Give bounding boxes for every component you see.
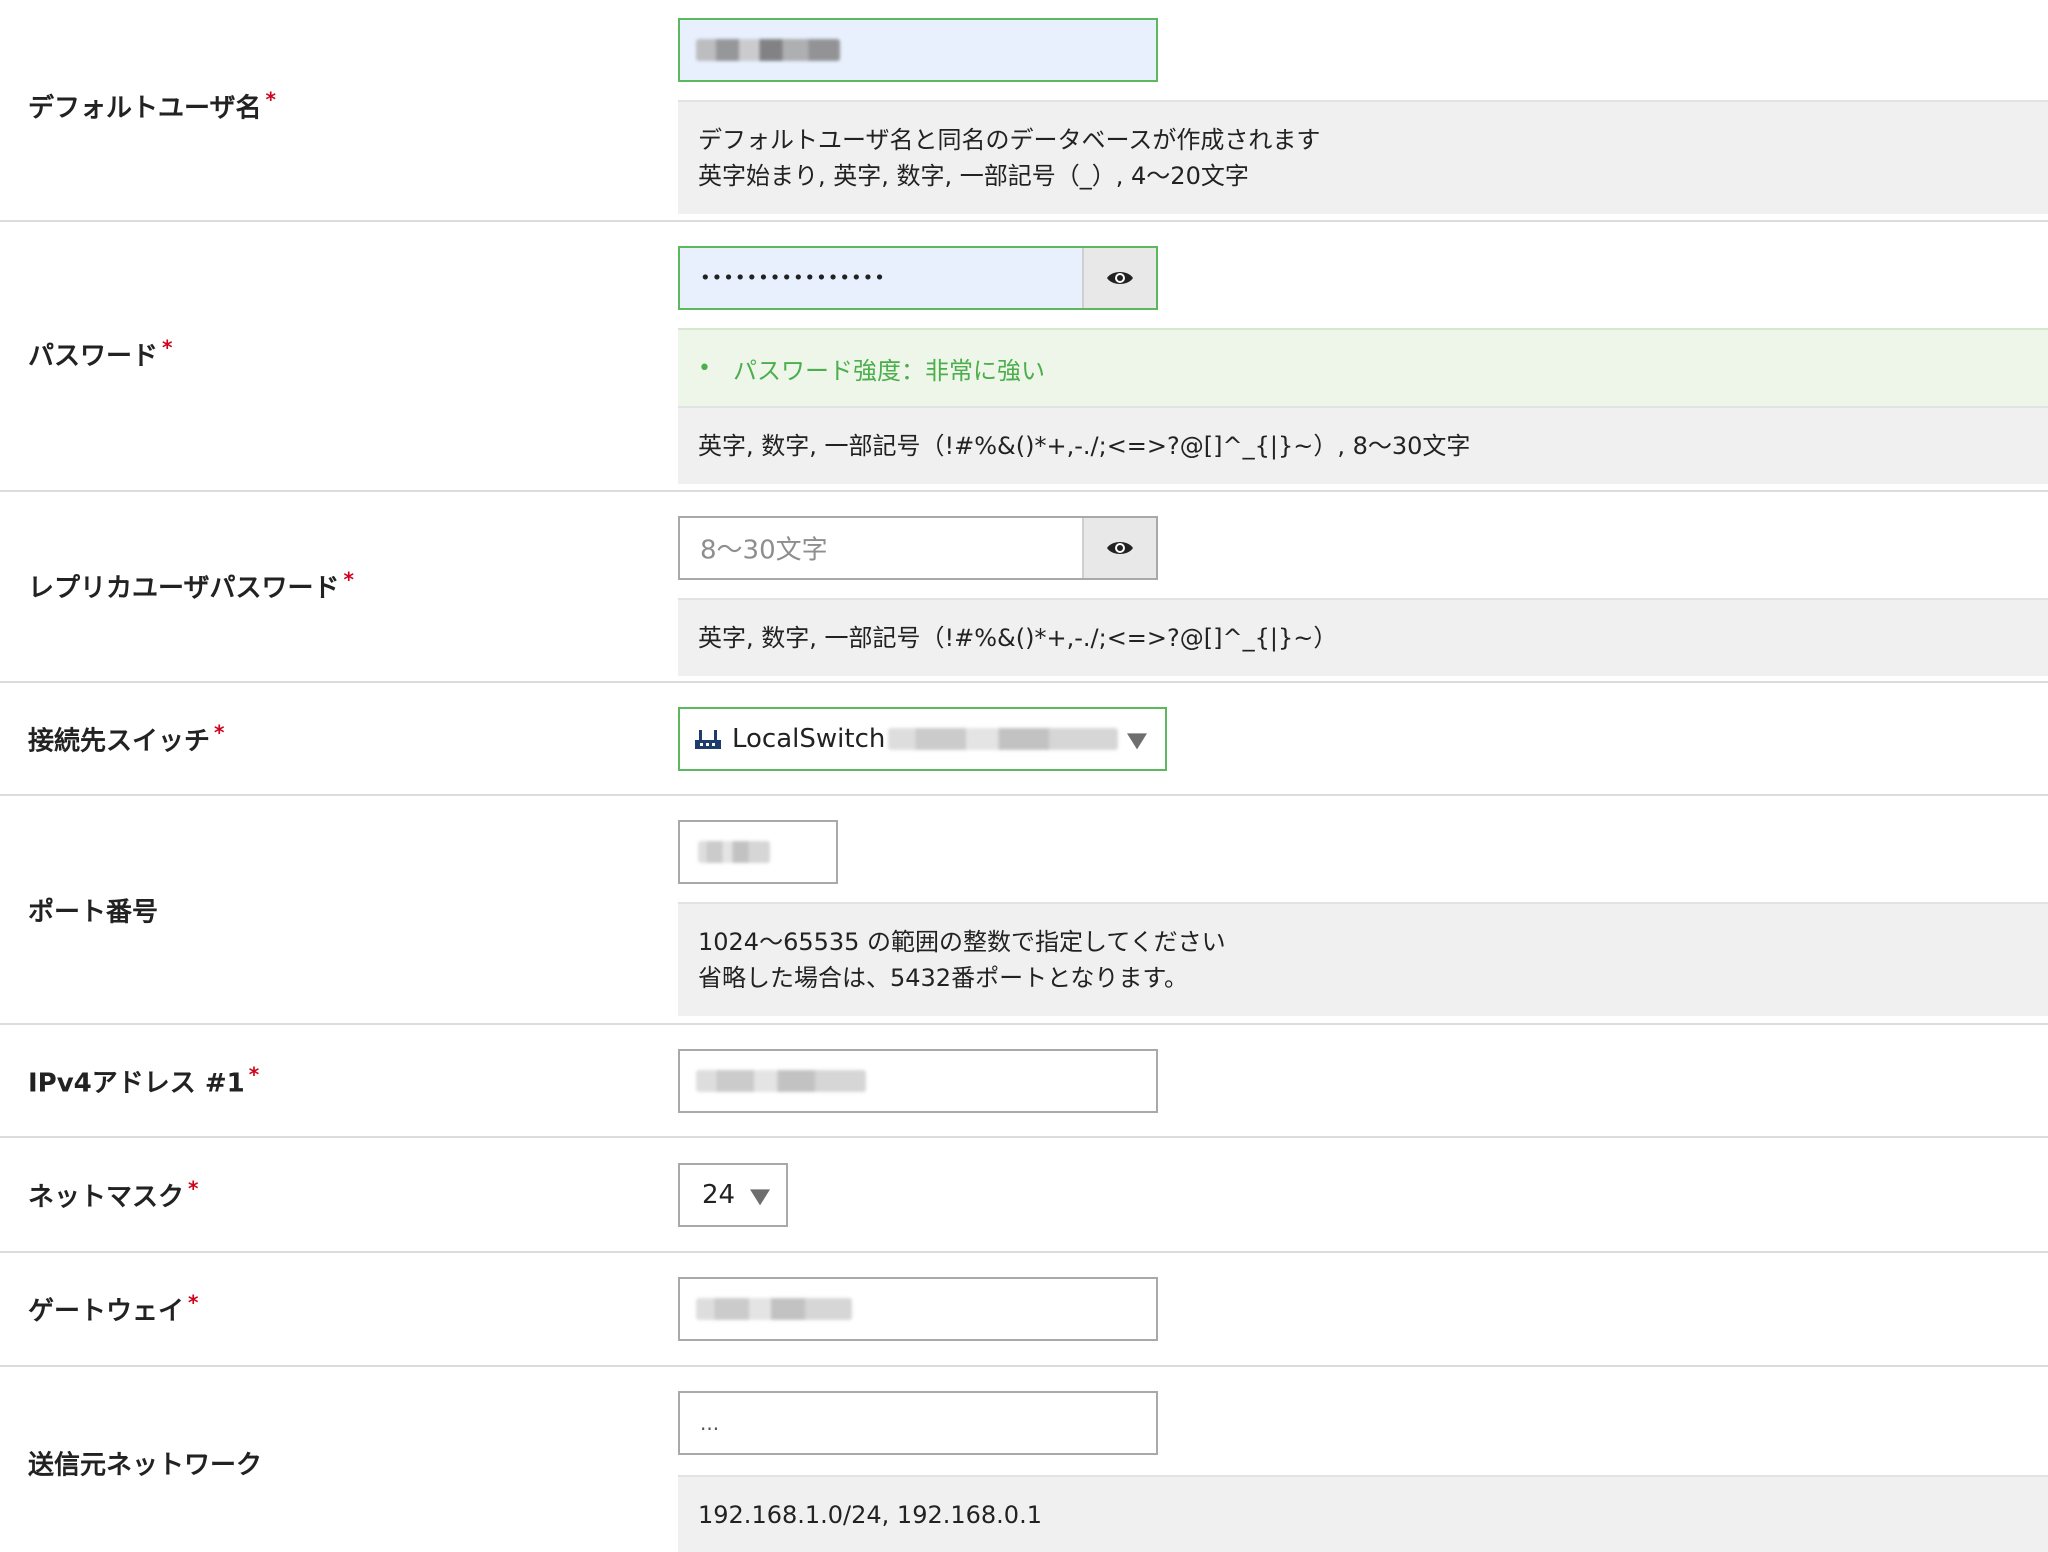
- redacted-value: [698, 841, 770, 863]
- switch-icon: [695, 730, 721, 749]
- replica-password-placeholder: 8〜30文字: [700, 535, 828, 566]
- default-user-help: デフォルトユーザ名と同名のデータベースが作成されます 英字始まり, 英字, 数字…: [678, 100, 2048, 214]
- required-mark: *: [343, 567, 354, 592]
- netmask-label: ネットマスク *: [28, 1176, 199, 1213]
- default-user-label: デフォルトユーザ名 *: [28, 87, 276, 124]
- password-visibility-toggle[interactable]: [1082, 248, 1156, 308]
- gateway-label: ゲートウェイ *: [28, 1290, 199, 1327]
- gateway-input[interactable]: [678, 1277, 1158, 1341]
- replica-password-help: 英字, 数字, 一部記号（!#%&()*+,-./;<=>?@[]^_{|}~）: [678, 598, 2048, 676]
- redacted-value: [696, 1298, 852, 1320]
- switch-label: 接続先スイッチ *: [28, 720, 225, 757]
- redacted-value: [696, 1070, 866, 1092]
- row-replica-password: レプリカユーザパスワード * 8〜30文字 英字, 数字, 一部記号（!#%&()…: [0, 492, 2048, 683]
- replica-password-input[interactable]: 8〜30文字: [678, 516, 1158, 580]
- switch-selected-value: LocalSwitch: [732, 724, 886, 754]
- default-user-input[interactable]: [678, 18, 1158, 82]
- required-mark: *: [214, 720, 225, 745]
- netmask-select[interactable]: 24: [678, 1163, 788, 1227]
- ipv4-input[interactable]: [678, 1049, 1158, 1113]
- password-strength-indicator: • パスワード強度：非常に強い: [678, 328, 2048, 406]
- required-mark: *: [248, 1062, 260, 1087]
- required-mark: *: [188, 1290, 199, 1315]
- password-input[interactable]: ••••••••••••••••: [678, 246, 1158, 310]
- row-ipv4: IPv4アドレス #1 *: [0, 1025, 2048, 1138]
- source-network-input[interactable]: ...: [678, 1391, 1158, 1455]
- source-network-help: 192.168.1.0/24, 192.168.0.1: [678, 1475, 2048, 1552]
- source-network-value: ...: [700, 1411, 720, 1435]
- required-mark: *: [188, 1176, 199, 1201]
- chevron-down-icon: [1127, 733, 1147, 750]
- port-help: 1024〜65535 の範囲の整数で指定してください 省略した場合は、5432番…: [678, 902, 2048, 1016]
- password-label: パスワード *: [28, 335, 173, 372]
- row-port: ポート番号 1024〜65535 の範囲の整数で指定してください 省略した場合は…: [0, 796, 2048, 1025]
- switch-select[interactable]: LocalSwitch: [678, 707, 1167, 771]
- ipv4-label: IPv4アドレス #1 *: [28, 1062, 260, 1099]
- strength-bullet: •: [698, 355, 711, 381]
- replica-password-label: レプリカユーザパスワード *: [28, 567, 354, 604]
- eye-icon: [1107, 542, 1133, 554]
- row-netmask: ネットマスク * 24: [0, 1138, 2048, 1253]
- required-mark: *: [162, 335, 173, 360]
- row-default-user: デフォルトユーザ名 * デフォルトユーザ名と同名のデータベースが作成されます 英字…: [0, 0, 2048, 222]
- row-source-network: 送信元ネットワーク ... 192.168.1.0/24, 192.168.0.…: [0, 1367, 2048, 1552]
- replica-password-visibility-toggle[interactable]: [1082, 518, 1156, 578]
- redacted-value: [696, 39, 840, 61]
- row-switch: 接続先スイッチ * LocalSwitch: [0, 683, 2048, 796]
- row-password: パスワード * •••••••••••••••• • パスワード強度：非常に強い …: [0, 222, 2048, 492]
- source-network-label: 送信元ネットワーク: [28, 1450, 263, 1481]
- eye-icon: [1107, 272, 1133, 284]
- required-mark: *: [265, 87, 276, 112]
- chevron-down-icon: [750, 1189, 770, 1206]
- port-label: ポート番号: [28, 897, 159, 928]
- database-settings-form: デフォルトユーザ名 * デフォルトユーザ名と同名のデータベースが作成されます 英字…: [0, 0, 2048, 1552]
- redacted-value: [888, 728, 1118, 750]
- port-input[interactable]: [678, 820, 838, 884]
- row-gateway: ゲートウェイ *: [0, 1253, 2048, 1367]
- strength-text: パスワード強度：非常に強い: [732, 356, 1045, 385]
- netmask-selected-value: 24: [702, 1180, 736, 1210]
- password-help: 英字, 数字, 一部記号（!#%&()*+,-./;<=>?@[]^_{|}~）…: [678, 406, 2048, 484]
- password-masked-value: ••••••••••••••••: [700, 267, 886, 289]
